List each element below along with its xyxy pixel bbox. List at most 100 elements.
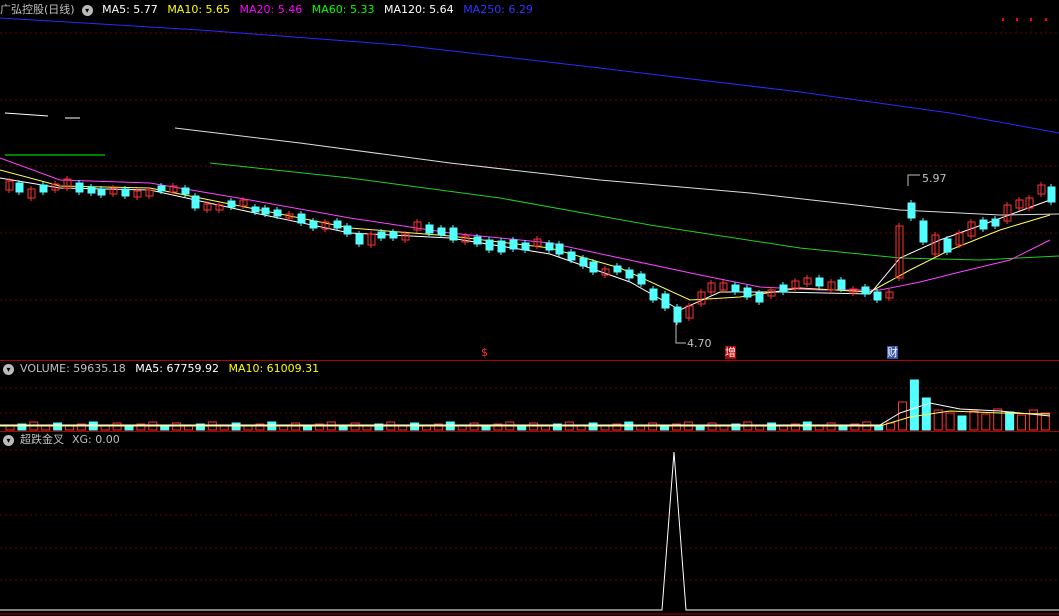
candle-body [497, 240, 506, 253]
candle-body [555, 243, 564, 255]
candle-body [39, 184, 48, 193]
candle-body [661, 293, 670, 309]
marker-zeng[interactable]: 增 [725, 346, 736, 359]
volume-bar [909, 379, 919, 431]
top-marker [1002, 18, 1004, 21]
volume-bar [719, 425, 729, 431]
volume-bar [243, 425, 253, 431]
candle-body [873, 291, 882, 301]
candle-body [649, 288, 658, 301]
volume-bar [945, 412, 955, 431]
volume-ma5-line [0, 402, 1051, 426]
volume-bar [600, 425, 610, 431]
candle-body [485, 239, 494, 251]
candle-body [625, 269, 634, 279]
candle-body [251, 206, 260, 213]
candle-body [755, 292, 764, 303]
volume-bar [184, 425, 193, 431]
volume-ma5: MA5: 67759.92 [135, 362, 219, 375]
candle-body [509, 239, 518, 250]
candle-body [377, 231, 386, 239]
top-marker [1016, 18, 1018, 21]
indicator-name: 超跌金叉 [20, 433, 64, 446]
price-legend: 广弘控股(日线) ▾ MA5: 5.77 MA10: 5.65 MA20: 5.4… [0, 2, 539, 18]
candle-body [343, 225, 352, 235]
volume-bar [957, 415, 967, 431]
price-chart[interactable] [0, 0, 1059, 360]
volume-bar [1017, 414, 1026, 431]
candle-body [355, 233, 364, 245]
ma60-label: MA60: 5.33 [311, 3, 375, 16]
volume-bar [481, 425, 491, 431]
candle-body [579, 257, 588, 267]
candle-body [437, 227, 446, 236]
candle-body [121, 188, 130, 197]
volume-bar [660, 425, 669, 431]
volume-bar [5, 425, 15, 431]
candle-body [731, 284, 740, 293]
candle-body [637, 273, 646, 285]
candle-body [97, 188, 106, 196]
candle-body [979, 219, 988, 230]
candle-body [589, 261, 598, 273]
high-leader-line [907, 174, 920, 186]
volume-panel[interactable]: ▾ VOLUME: 59635.18 MA5: 67759.92 MA10: 61… [0, 361, 1059, 431]
volume-bar [541, 425, 550, 431]
volume-bar [1005, 411, 1015, 431]
candle-body [273, 209, 282, 217]
indicator-panel[interactable]: ▾ 超跌金叉 XG: 0.00 [0, 432, 1059, 616]
candle-body [1047, 186, 1056, 203]
candle-body [837, 279, 846, 290]
candle-body [297, 213, 306, 224]
candle-body [261, 207, 270, 215]
candle-body [389, 231, 398, 239]
ma120-line-left [4, 112, 49, 117]
candle-body [15, 182, 24, 193]
candle-body [473, 236, 482, 245]
legend-toggle-icon[interactable]: ▾ [81, 4, 93, 16]
ma120-label: MA120: 5.64 [383, 3, 454, 16]
indicator-chart[interactable] [0, 432, 1059, 616]
volume-bar [779, 425, 788, 431]
indicator-toggle-icon[interactable]: ▾ [3, 434, 14, 446]
candle-body [943, 238, 952, 253]
volume-bar [969, 410, 979, 431]
candle-body [919, 220, 928, 243]
candle-body [227, 200, 236, 208]
high-price-label: 5.97 [922, 172, 947, 185]
candle-body [861, 286, 870, 295]
stock-title: 广弘控股(日线) [0, 3, 75, 16]
candle-body [545, 242, 554, 251]
candle-body [521, 242, 530, 251]
candle-body [191, 195, 200, 209]
candle-body [907, 202, 916, 219]
candle-body [815, 277, 824, 287]
volume-ma10: MA10: 61009.31 [228, 362, 320, 375]
top-marker [1030, 18, 1032, 21]
candle-body [75, 182, 84, 193]
marker-cai[interactable]: 财 [887, 346, 898, 359]
candle-body [309, 220, 318, 229]
xg-signal-line [0, 451, 1059, 611]
ma10-label: MA10: 5.65 [167, 3, 231, 16]
ma250-line [0, 17, 1059, 134]
volume-bar [422, 425, 431, 431]
candle-body [673, 306, 682, 323]
indicator-legend: ▾ 超跌金叉 XG: 0.00 [0, 432, 126, 448]
volume-bar [981, 413, 991, 431]
candle-body [181, 187, 190, 195]
candle-body [333, 220, 342, 229]
marker-s[interactable]: $ [481, 346, 488, 359]
candle-body [991, 218, 1000, 227]
volume-bar [362, 425, 372, 431]
candle-body [449, 227, 458, 241]
volume-toggle-icon[interactable]: ▾ [3, 363, 14, 375]
volume-bar [838, 425, 848, 431]
candle-body [743, 287, 752, 298]
volume-legend: ▾ VOLUME: 59635.18 MA5: 67759.92 MA10: 61… [0, 361, 325, 377]
volume-bar [303, 425, 312, 431]
low-price-label: 4.70 [687, 337, 712, 350]
candle-body [425, 224, 434, 234]
ma20-label: MA20: 5.46 [239, 3, 303, 16]
price-panel[interactable]: 广弘控股(日线) ▾ MA5: 5.77 MA10: 5.65 MA20: 5.4… [0, 0, 1059, 360]
